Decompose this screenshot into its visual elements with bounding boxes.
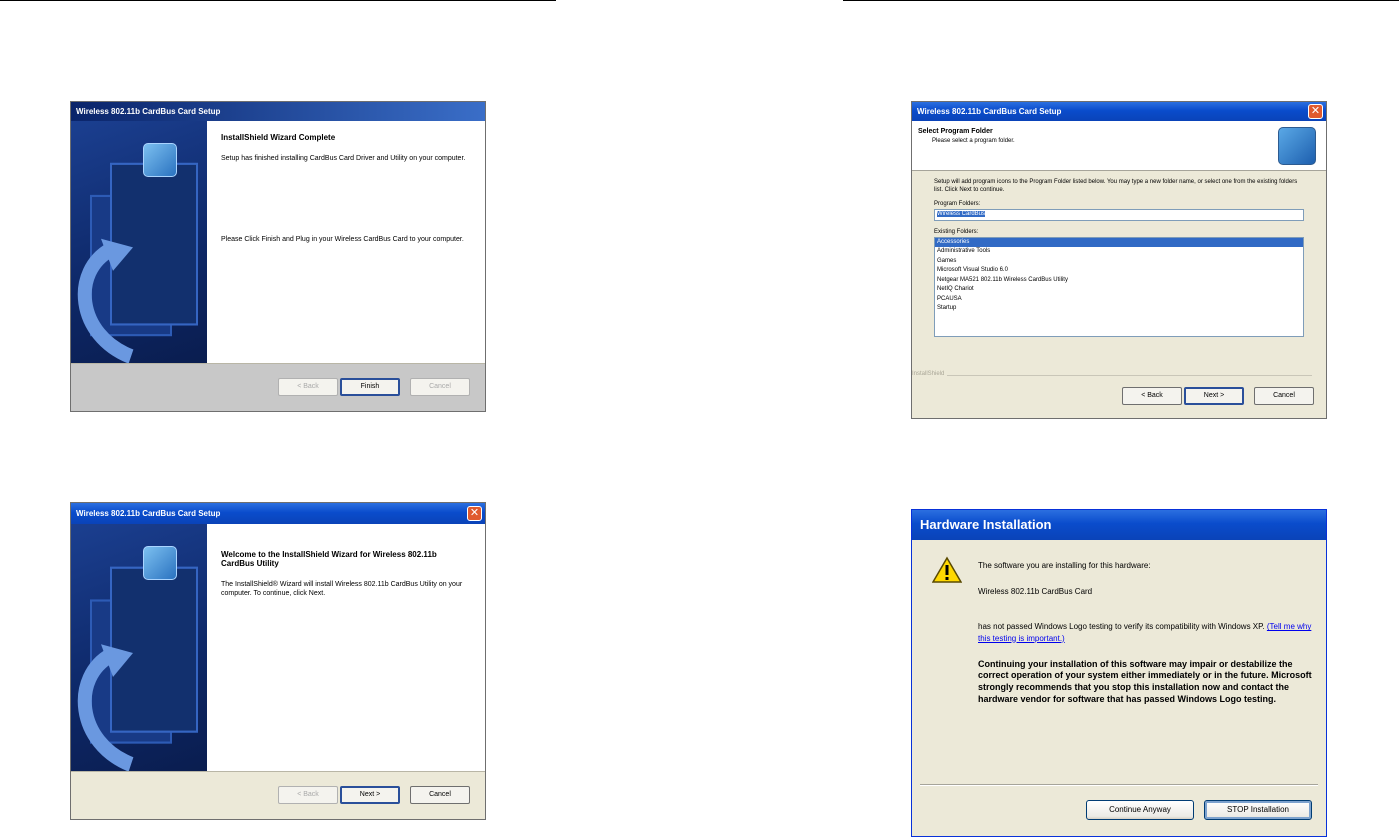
dialog-titlebar[interactable]: Wireless 802.11b CardBus Card Setup ✕ xyxy=(71,503,485,524)
page-rule-right xyxy=(843,0,1399,1)
hardware-line-1: The software you are installing for this… xyxy=(978,561,1151,570)
logo-testing-text: has not passed Windows Logo testing to v… xyxy=(978,621,1314,643)
computer-arrow-illustration xyxy=(77,162,198,363)
wizard-body: Setup will add program icons to the Prog… xyxy=(912,172,1326,344)
installshield-divider: InstallShield xyxy=(912,371,1312,377)
hardware-message: The software you are installing for this… xyxy=(978,560,1314,706)
wizard-heading: InstallShield Wizard Complete xyxy=(221,133,336,142)
warning-icon xyxy=(932,556,962,583)
device-name: Wireless 802.11b CardBus Card xyxy=(978,587,1093,597)
wizard-content: Welcome to the InstallShield Wizard for … xyxy=(207,524,485,771)
wizard-heading: Select Program Folder xyxy=(918,128,993,135)
cancel-button[interactable]: Cancel xyxy=(410,786,470,804)
finish-button[interactable]: Finish xyxy=(340,378,400,396)
back-button[interactable]: < Back xyxy=(278,786,338,804)
dialog-title: Wireless 802.11b CardBus Card Setup xyxy=(917,107,1062,116)
page-rule-left xyxy=(0,0,556,1)
list-item[interactable]: NetIQ Chariot xyxy=(935,285,1303,295)
installshield-label: InstallShield xyxy=(912,371,948,377)
welcome-dialog: Wireless 802.11b CardBus Card Setup ✕ We… xyxy=(70,502,486,820)
next-button[interactable]: Next > xyxy=(1184,387,1244,405)
program-folders-label: Program Folders: xyxy=(934,200,981,207)
dialog-titlebar[interactable]: Wireless 802.11b CardBus Card Setup xyxy=(71,102,485,121)
wizard-subheading: Please select a program folder. xyxy=(932,138,1015,144)
next-button[interactable]: Next > xyxy=(340,786,400,804)
dialog-title: Wireless 802.11b CardBus Card Setup xyxy=(76,107,221,116)
folder-description: Setup will add program icons to the Prog… xyxy=(934,179,1298,193)
wizard-paragraph: Please Click Finish and Plug in your Wir… xyxy=(221,236,464,244)
installshield-banner xyxy=(71,121,207,363)
cancel-button[interactable]: Cancel xyxy=(1254,387,1314,405)
warning-text: Continuing your installation of this sof… xyxy=(978,658,1312,704)
dialog-title: Wireless 802.11b CardBus Card Setup xyxy=(76,509,221,518)
list-item[interactable]: Accessories xyxy=(935,237,1303,248)
computer-arrow-illustration xyxy=(77,566,198,771)
list-item[interactable]: Games xyxy=(935,257,1303,267)
list-item[interactable]: Startup xyxy=(935,304,1303,314)
button-bar: < Back Next > Cancel xyxy=(71,771,485,819)
back-button[interactable]: < Back xyxy=(278,378,338,396)
existing-folders-list[interactable]: Accessories Administrative Tools Games M… xyxy=(934,236,1304,337)
wizard-complete-dialog: Wireless 802.11b CardBus Card Setup Inst… xyxy=(70,101,486,412)
back-button[interactable]: < Back xyxy=(1122,387,1182,405)
existing-folders-label: Existing Folders: xyxy=(934,228,979,235)
setup-icon xyxy=(1278,127,1316,165)
program-folder-dialog: Wireless 802.11b CardBus Card Setup ✕ Se… xyxy=(911,101,1327,419)
hardware-installation-dialog: Hardware Installation The software you a… xyxy=(911,509,1327,837)
wizard-paragraph: The InstallShield® Wizard will install W… xyxy=(221,581,463,598)
list-item[interactable]: Netgear MA521 802.11b Wireless CardBus U… xyxy=(935,276,1303,286)
close-icon[interactable]: ✕ xyxy=(1308,104,1323,119)
wizard-heading: Welcome to the InstallShield Wizard for … xyxy=(221,550,437,568)
cancel-button[interactable]: Cancel xyxy=(410,378,470,396)
hardware-line-2: has not passed Windows Logo testing to v… xyxy=(978,622,1265,632)
continue-anyway-button[interactable]: Continue Anyway xyxy=(1086,800,1194,820)
wizard-paragraph: Setup has finished installing CardBus Ca… xyxy=(221,155,466,162)
installshield-banner xyxy=(71,524,207,771)
program-folder-input[interactable]: Wireless CardBus xyxy=(934,208,1304,221)
program-folder-value: Wireless CardBus xyxy=(937,210,986,217)
dialog-titlebar[interactable]: Wireless 802.11b CardBus Card Setup ✕ xyxy=(912,102,1326,121)
wizard-header: Select Program Folder Please select a pr… xyxy=(912,121,1326,171)
list-item[interactable]: Administrative Tools xyxy=(935,247,1303,257)
button-bar: < Back Finish Cancel xyxy=(71,363,485,411)
list-item[interactable]: PCAUSA xyxy=(935,295,1303,305)
dialog-title: Hardware Installation xyxy=(920,517,1052,532)
setup-icon xyxy=(143,546,177,580)
button-separator xyxy=(920,784,1318,786)
stop-installation-button[interactable]: STOP Installation xyxy=(1204,800,1312,820)
wizard-content: InstallShield Wizard Complete Setup has … xyxy=(207,121,485,363)
dialog-titlebar[interactable]: Hardware Installation xyxy=(912,510,1326,540)
list-item[interactable]: Microsoft Visual Studio 6.0 xyxy=(935,266,1303,276)
setup-icon xyxy=(143,143,177,177)
close-icon[interactable]: ✕ xyxy=(467,506,482,521)
